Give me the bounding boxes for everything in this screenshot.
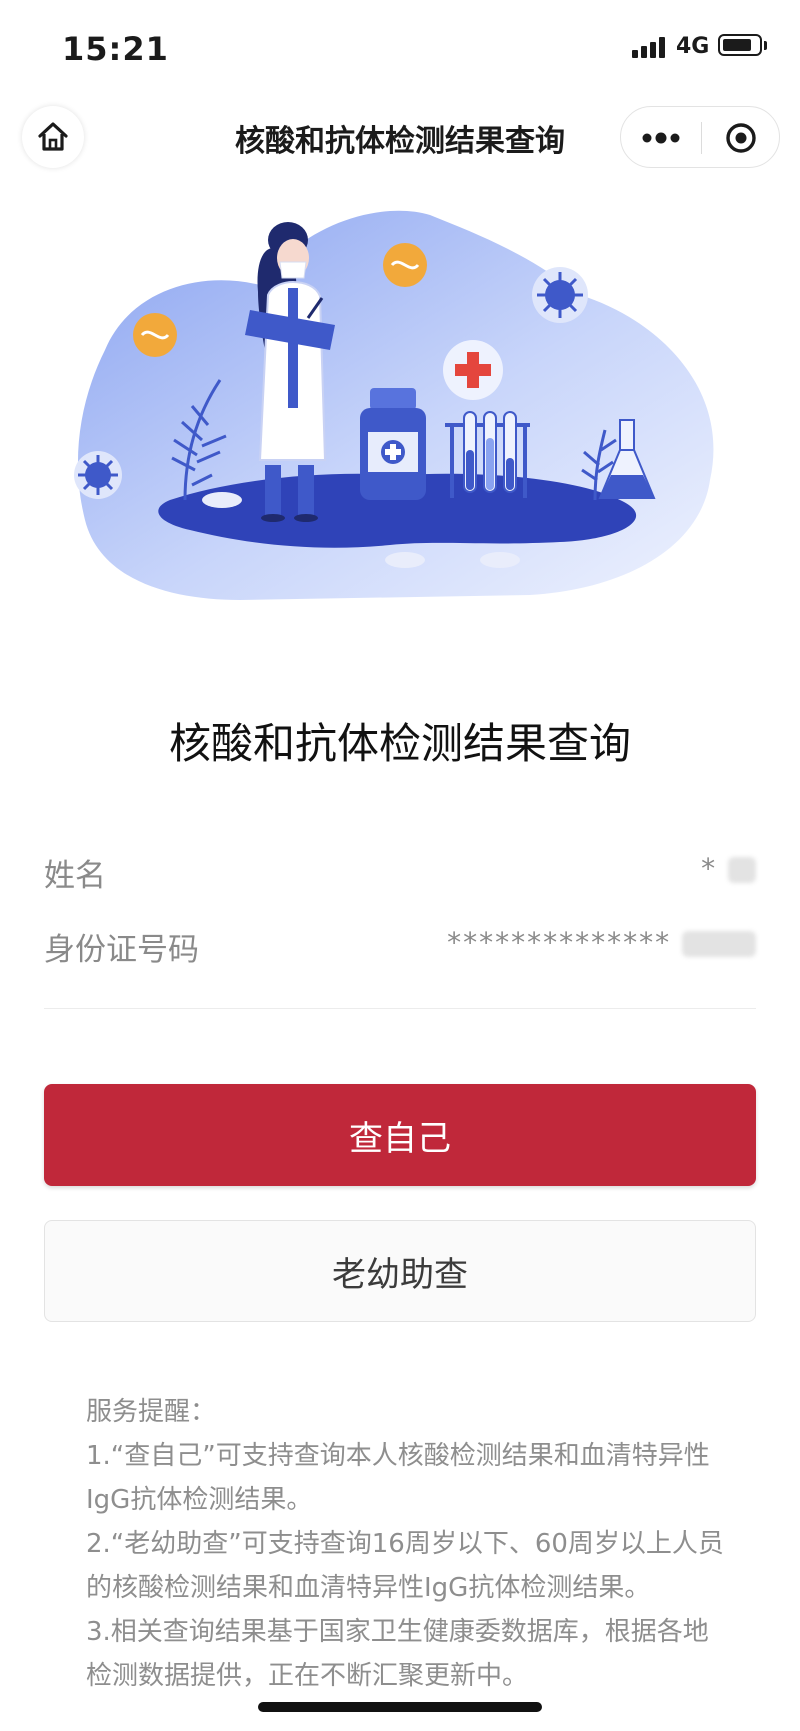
status-bar: 15:21 4G bbox=[0, 0, 800, 96]
notice-item: 1.“查自己”可支持查询本人核酸检测结果和血清特异性IgG抗体检测结果。 bbox=[86, 1441, 710, 1515]
name-value: * bbox=[701, 852, 756, 885]
notice-item: 3.相关查询结果基于国家卫生健康委数据库，根据各地检测数据提供，正在不断汇聚更新… bbox=[86, 1617, 709, 1691]
home-icon bbox=[38, 122, 68, 151]
nav-bar: 核酸和抗体检测结果查询 bbox=[0, 98, 800, 178]
signal-icon bbox=[632, 36, 668, 58]
doctor-medical-illustration bbox=[74, 210, 714, 601]
id-value: ************** bbox=[447, 926, 756, 959]
blurred-id-suffix bbox=[682, 931, 756, 957]
blurred-name bbox=[728, 857, 756, 883]
more-button[interactable] bbox=[621, 107, 701, 169]
home-indicator bbox=[258, 1702, 542, 1712]
form-divider bbox=[44, 1008, 756, 1009]
nav-title: 核酸和抗体检测结果查询 bbox=[235, 124, 565, 159]
name-masked-text: * bbox=[701, 852, 718, 885]
id-label: 身份证号码 bbox=[44, 932, 199, 968]
notice-item: 2.“老幼助查”可支持查询16周岁以下、60周岁以上人员的核酸检测结果和血清特异… bbox=[86, 1529, 724, 1603]
page-heading: 核酸和抗体检测结果查询 bbox=[168, 719, 631, 768]
service-notice: 服务提醒： 1.“查自己”可支持查询本人核酸检测结果和血清特异性IgG抗体检测结… bbox=[86, 1390, 726, 1698]
self-query-button[interactable]: 查自己 bbox=[44, 1084, 756, 1186]
id-masked-text: ************** bbox=[447, 926, 672, 959]
home-button[interactable] bbox=[22, 106, 84, 168]
capsule-menu bbox=[620, 106, 780, 168]
id-row: 身份证号码 ************** bbox=[44, 914, 756, 974]
status-time: 15:21 bbox=[62, 30, 169, 68]
name-row: 姓名 * bbox=[44, 840, 756, 900]
target-close-icon bbox=[726, 123, 756, 153]
network-type: 4G bbox=[676, 34, 710, 59]
assist-query-button[interactable]: 老幼助查 bbox=[44, 1220, 756, 1322]
close-mini-program-button[interactable] bbox=[701, 107, 781, 169]
notice-title: 服务提醒： bbox=[86, 1397, 217, 1427]
battery-icon bbox=[718, 34, 762, 56]
name-label: 姓名 bbox=[44, 858, 106, 894]
more-dots-icon bbox=[642, 132, 680, 144]
